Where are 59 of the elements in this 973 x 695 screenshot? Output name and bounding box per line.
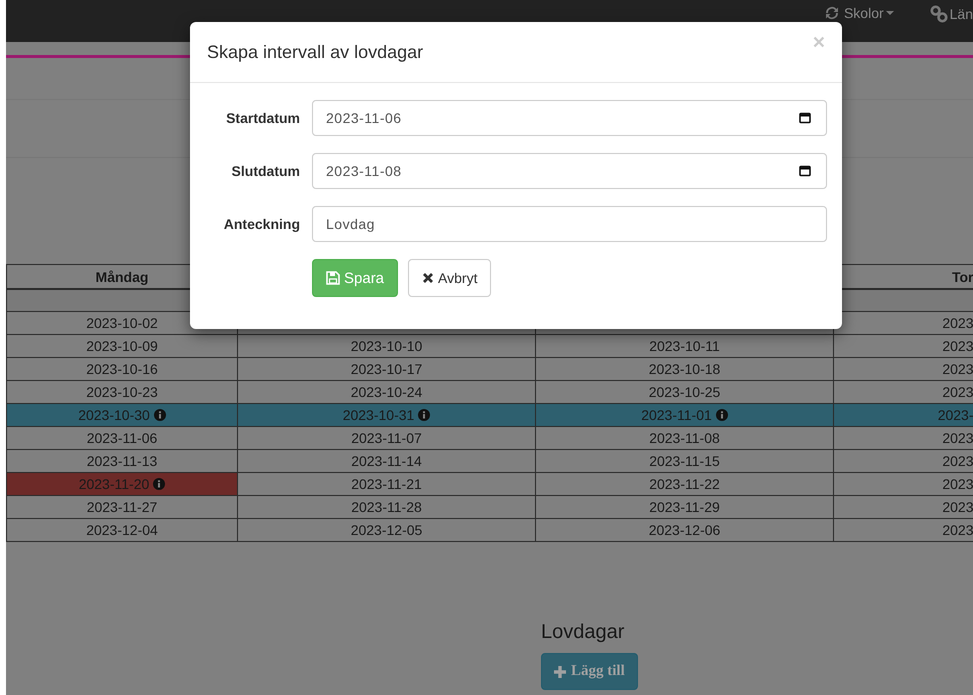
column-header: Måndag (96, 268, 148, 284)
date-text: 2023 (942, 476, 973, 492)
date-text: 2023-12-04 (86, 522, 158, 538)
calendar-icon (799, 112, 811, 124)
date-text: 2023-10-11 (649, 338, 720, 354)
date-text: 2023-11-28 (351, 499, 422, 515)
date-text: 2023 (942, 315, 973, 331)
date-text: 2023 (942, 522, 973, 538)
cross-icon (422, 272, 434, 284)
date-text: 2023-10-25 (648, 384, 720, 400)
field-label: Anteckning (222, 216, 300, 232)
date-text: 2023-11-15 (649, 453, 720, 469)
date-text: 2023 (942, 384, 973, 400)
date-text: 2023-10-16 (86, 361, 158, 377)
note-field[interactable]: Lovdag (312, 206, 827, 242)
save-button[interactable]: Spara (312, 259, 398, 297)
date-text: 2023 (942, 361, 973, 377)
date-text: 2023-10-10 (350, 338, 422, 354)
field-label: Startdatum (225, 110, 300, 126)
section-title: Lovdagar (541, 621, 626, 644)
date-text: 2023-10-18 (648, 361, 720, 377)
column-header: Tor (952, 268, 973, 284)
date-text: 2023-11-13 (86, 453, 158, 469)
date-text: 2023-10-24 (350, 384, 422, 400)
highlighted-date-cell: 2023-11-20 (6, 472, 238, 496)
date-text: 2023-11-21 (351, 476, 422, 492)
plus-icon (554, 666, 566, 678)
date-text: 2023-10-09 (86, 338, 158, 354)
date-text: 2023-11-22 (649, 476, 720, 492)
cancel-button[interactable]: Avbryt (408, 259, 492, 297)
nav-link[interactable]: Län (930, 5, 973, 23)
date-text: 2023-11-06 (86, 430, 158, 446)
save-icon (326, 271, 340, 285)
date-text: 2023-12-05 (350, 522, 422, 538)
nav-link[interactable]: Skolor (822, 5, 894, 21)
highlighted-date-cell: 2023-11-01 (536, 404, 834, 426)
date-text: 2023 (942, 338, 973, 354)
date-field[interactable]: 2023-11-06 (312, 100, 827, 136)
link-icon (930, 5, 948, 23)
highlighted-date-cell: 2023-10-30 (6, 404, 238, 426)
date-text: 2023-10-02 (86, 315, 158, 331)
date-text: 2023 (942, 499, 973, 515)
date-field[interactable]: 2023-11-08 (312, 153, 827, 189)
calendar-icon (799, 165, 811, 177)
date-text: 2023-11-07 (351, 430, 422, 446)
add-button[interactable]: Lägg till (541, 653, 638, 690)
date-text: 2023-11-14 (351, 453, 422, 469)
field-label: Slutdatum (230, 163, 300, 179)
date-text: 2023-12-06 (648, 522, 720, 538)
date-text: 2023-10-17 (350, 361, 422, 377)
date-text: 2023-11-27 (86, 499, 158, 515)
modal-title: Skapa intervall av lovdagar (207, 42, 424, 62)
highlighted-date-cell: 2023- (834, 404, 973, 426)
date-text: 2023 (942, 453, 973, 469)
date-text: 2023-10-23 (86, 384, 158, 400)
date-text: 2023 (942, 430, 973, 446)
highlighted-date-cell: 2023-10-31 (238, 404, 536, 426)
date-text: 2023-11-29 (649, 499, 720, 515)
date-text: 2023-11-08 (649, 430, 720, 446)
